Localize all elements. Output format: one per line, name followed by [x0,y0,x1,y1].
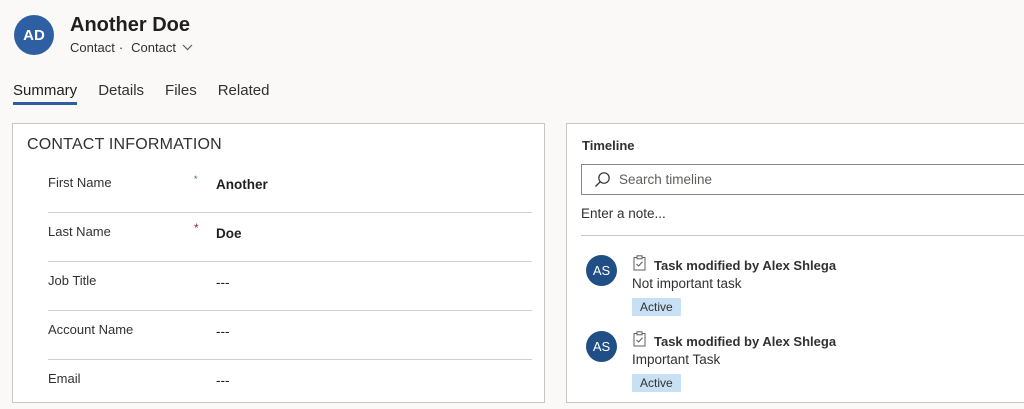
email-value[interactable]: --- [216,373,230,388]
field-label: Email [48,371,81,386]
contact-information-section: CONTACT INFORMATION First Name * Another… [12,123,545,403]
entity-name: Contact [70,40,115,55]
form-selector[interactable]: Contact [131,40,193,55]
avatar: AS [586,255,617,286]
avatar: AS [586,331,617,362]
tab-related[interactable]: Related [218,82,270,105]
timeline-item-title: Task modified by Alex Shlega [654,334,837,349]
recommended-marker: * [194,174,198,184]
field-label: Last Name [48,224,111,239]
search-input[interactable] [617,171,1001,188]
task-icon [633,255,646,276]
tab-summary[interactable]: Summary [13,82,78,105]
field-label: First Name [48,175,112,190]
field-first-name: First Name * Another [48,164,532,213]
timeline-item-description: Not important task [632,276,742,291]
note-input[interactable]: Enter a note... [581,206,1024,236]
search-icon [595,172,610,187]
timeline-section: Timeline Enter a note... AS Task modifie… [566,123,1024,403]
tab-details[interactable]: Details [98,82,144,105]
tab-files[interactable]: Files [165,82,197,105]
record-avatar: AD [14,15,54,55]
section-title: CONTACT INFORMATION [27,136,222,153]
timeline-item-description: Important Task [632,352,721,367]
status-badge: Active [632,374,681,392]
timeline-item-title: Task modified by Alex Shlega [654,258,837,273]
timeline-title: Timeline [582,138,635,153]
account-name-value[interactable]: --- [216,324,230,339]
last-name-value[interactable]: Doe [216,226,242,241]
record-subtitle: Contact · Contact [70,40,193,55]
field-job-title: Job Title --- [48,262,532,311]
timeline-item[interactable]: AS Task modified by Alex Shlega Not impo… [585,255,1024,319]
timeline-search[interactable] [581,164,1024,195]
required-marker: * [194,221,199,235]
first-name-value[interactable]: Another [216,177,268,192]
timeline-item-header: Task modified by Alex Shlega [633,255,836,276]
subtitle-separator: · [118,40,124,55]
timeline-item[interactable]: AS Task modified by Alex Shlega Importan… [585,331,1024,395]
field-account-name: Account Name --- [48,311,532,360]
field-label: Job Title [48,273,97,288]
chevron-down-icon [182,44,193,51]
field-email: Email --- [48,360,532,409]
form-selector-label: Contact [131,40,176,55]
timeline-item-header: Task modified by Alex Shlega [633,331,836,352]
form-tabs: Summary Details Files Related [13,82,290,105]
job-title-value[interactable]: --- [216,275,230,290]
task-icon [633,331,646,352]
field-label: Account Name [48,322,134,337]
record-title: Another Doe [70,14,190,36]
status-badge: Active [632,298,681,316]
field-last-name: Last Name * Doe [48,213,532,262]
